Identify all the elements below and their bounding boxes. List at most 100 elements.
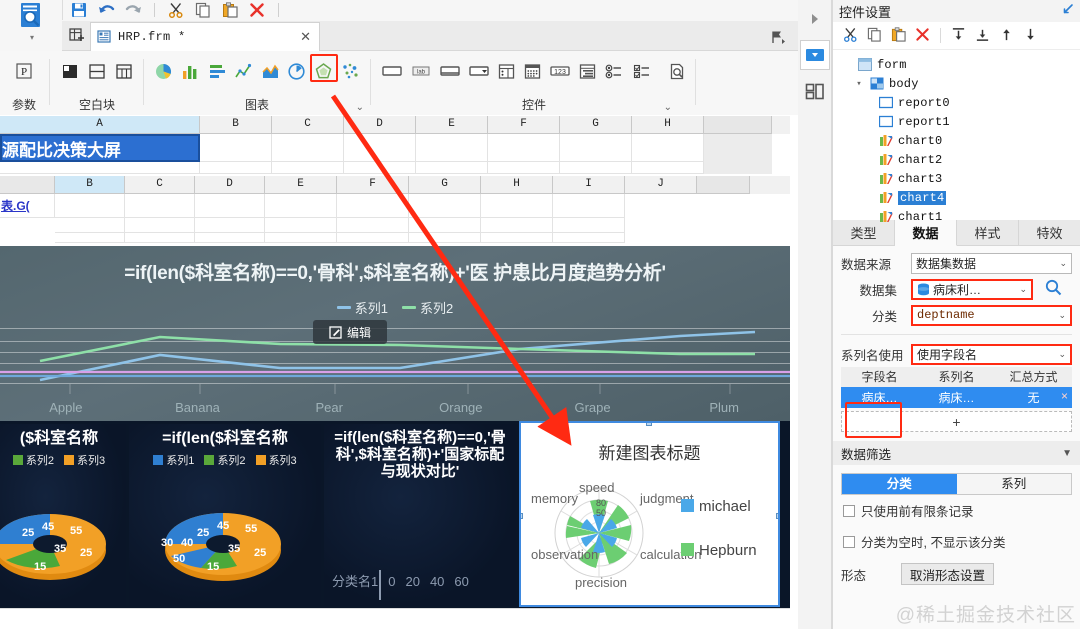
tree-node-report0[interactable]: report0 (839, 93, 1080, 112)
tree-node-report1[interactable]: report1 (839, 112, 1080, 131)
column-header-cell[interactable]: E (416, 116, 488, 134)
cut-icon[interactable] (167, 1, 185, 19)
column-header-cell[interactable]: C (272, 116, 344, 134)
copy-icon[interactable] (867, 27, 882, 45)
sheet-cell[interactable] (200, 162, 272, 174)
sheet-cell[interactable] (553, 194, 625, 218)
checkbox-row-limit[interactable]: 只使用前有限条记录 (833, 495, 1080, 526)
sheet-cell[interactable] (416, 134, 488, 162)
column-header-cell[interactable]: D (195, 176, 265, 194)
filter-tab-series[interactable]: 系列 (956, 474, 1071, 494)
dashboard-line-chart[interactable]: =if(len($科室名称)==0,'骨科',$科室名称)+'医 护患比月度趋势… (0, 246, 790, 421)
sheet-cell[interactable] (481, 194, 553, 218)
sheet-cell[interactable] (125, 194, 195, 218)
series-name-value[interactable]: 病床… (918, 389, 995, 406)
sheet-cell[interactable] (481, 233, 553, 243)
sheet-cell[interactable] (409, 218, 481, 233)
move-up-icon[interactable] (999, 27, 1014, 45)
undo-icon[interactable] (97, 1, 115, 19)
sheet-cell[interactable] (632, 162, 704, 174)
hbar-chart-icon[interactable] (207, 60, 227, 82)
split-icon[interactable] (87, 60, 107, 82)
remove-icon[interactable]: × (1061, 389, 1068, 403)
tab-style[interactable]: 样式 (957, 220, 1019, 245)
column-header-cell[interactable]: J (625, 176, 697, 194)
radar-chart-icon[interactable] (314, 60, 334, 82)
pin-icon[interactable] (1061, 3, 1074, 19)
sheet-cell[interactable] (553, 218, 625, 233)
grid-icon[interactable] (114, 60, 134, 82)
tree-node-chart3[interactable]: chart3 (839, 169, 1080, 188)
tab-effects[interactable]: 特效 (1019, 220, 1080, 245)
sheet-cell[interactable] (488, 134, 560, 162)
checkbox-row-hide-empty[interactable]: 分类为空时, 不显示该分类 (833, 526, 1080, 557)
column-header-cell[interactable]: H (632, 116, 704, 134)
filter-tab-category[interactable]: 分类 (842, 474, 957, 494)
cancel-shape-button[interactable]: 取消形态设置 (901, 563, 995, 585)
ribbon-flag-icon[interactable] (771, 30, 786, 47)
selection-handle[interactable] (646, 423, 652, 426)
add-series-button[interactable]: + (841, 411, 1072, 432)
chevron-down-icon[interactable]: ⌄ (1015, 284, 1027, 295)
formula-cell[interactable]: 表.G( (0, 194, 55, 218)
parameter-icon[interactable]: P (13, 60, 35, 82)
tree-node-chart4[interactable]: chart4 (839, 188, 1080, 207)
block-icon[interactable] (60, 60, 80, 82)
sheet-cell[interactable] (409, 194, 481, 218)
paste-icon[interactable] (221, 1, 239, 19)
dataset-select[interactable]: 病床利… ⌄ (911, 278, 1033, 300)
delete-icon[interactable] (248, 1, 266, 19)
preview-icon[interactable] (669, 60, 686, 82)
widget-panel-icon[interactable] (799, 40, 830, 70)
sheet-cell[interactable] (272, 134, 344, 162)
tree-node-chart0[interactable]: chart0 (839, 131, 1080, 150)
series-agg-value[interactable]: 无 (1027, 391, 1039, 405)
tab-type[interactable]: 类型 (833, 220, 895, 245)
column-header-cell[interactable]: B (200, 116, 272, 134)
cut-icon[interactable] (843, 27, 858, 45)
chevron-down-icon[interactable]: ⌄ (1055, 258, 1067, 269)
sheet-cell[interactable] (337, 194, 409, 218)
column-header-cell[interactable]: G (560, 116, 632, 134)
hide-empty-category-checkbox[interactable] (843, 535, 855, 548)
sheet-cell[interactable] (272, 162, 344, 174)
selection-handle[interactable] (521, 513, 523, 519)
chart-thumb-3[interactable]: =if(len($科室名称)==0,'骨科',$科室名称)+'国家标配与现状对比… (324, 424, 516, 606)
radio-icon[interactable] (605, 60, 624, 82)
column-header-cell[interactable]: E (265, 176, 337, 194)
legend-item[interactable]: 系列3 (64, 452, 105, 468)
chevron-down-icon[interactable]: ▼ (1062, 448, 1072, 459)
sheet-cell[interactable] (560, 134, 632, 162)
widget-tree[interactable]: form ▾ body report0 report1 chart0 chart… (833, 50, 1080, 224)
report-preview-button[interactable]: ▾ (8, 2, 56, 48)
sheet-cell[interactable] (265, 233, 337, 243)
pie-chart-icon[interactable] (154, 60, 174, 82)
category-select[interactable]: deptname ⌄ (911, 304, 1072, 326)
chart-thumb-2[interactable]: =if(len($科室名称 系列1 系列2 系列3 30 40 50 25 45… (129, 424, 321, 606)
sheet-cell[interactable] (200, 134, 272, 162)
sheet-cell[interactable] (265, 218, 337, 233)
redo-icon[interactable] (124, 1, 142, 19)
column-header-cell[interactable]: D (344, 116, 416, 134)
calendar-icon[interactable] (524, 60, 541, 82)
sheet-cell[interactable] (344, 162, 416, 174)
chevron-down-icon[interactable]: ⌄ (1054, 349, 1066, 360)
scatter-line-icon[interactable] (234, 60, 254, 82)
bubble-chart-icon[interactable] (340, 60, 360, 82)
document-tab[interactable]: HRP.frm * ✕ (90, 22, 320, 51)
series-field-value[interactable]: 病床… (841, 389, 918, 406)
close-icon[interactable]: ✕ (300, 29, 311, 45)
sheet-cell[interactable] (125, 233, 195, 243)
legend-item[interactable]: 系列1 (153, 452, 194, 468)
align-top-icon[interactable] (951, 27, 966, 45)
selection-handle[interactable] (776, 513, 778, 519)
column-header-cell[interactable]: F (337, 176, 409, 194)
series-name-select[interactable]: 使用字段名 ⌄ (911, 343, 1072, 365)
label-icon[interactable]: lab (411, 60, 431, 82)
column-header-cell[interactable]: H (481, 176, 553, 194)
limit-records-checkbox[interactable] (843, 504, 855, 517)
tree-node-body[interactable]: ▾ body (839, 74, 1080, 93)
legend-item[interactable]: 系列2 (204, 452, 246, 468)
sheet-cell[interactable] (344, 134, 416, 162)
layout-panel-icon[interactable] (800, 76, 830, 106)
